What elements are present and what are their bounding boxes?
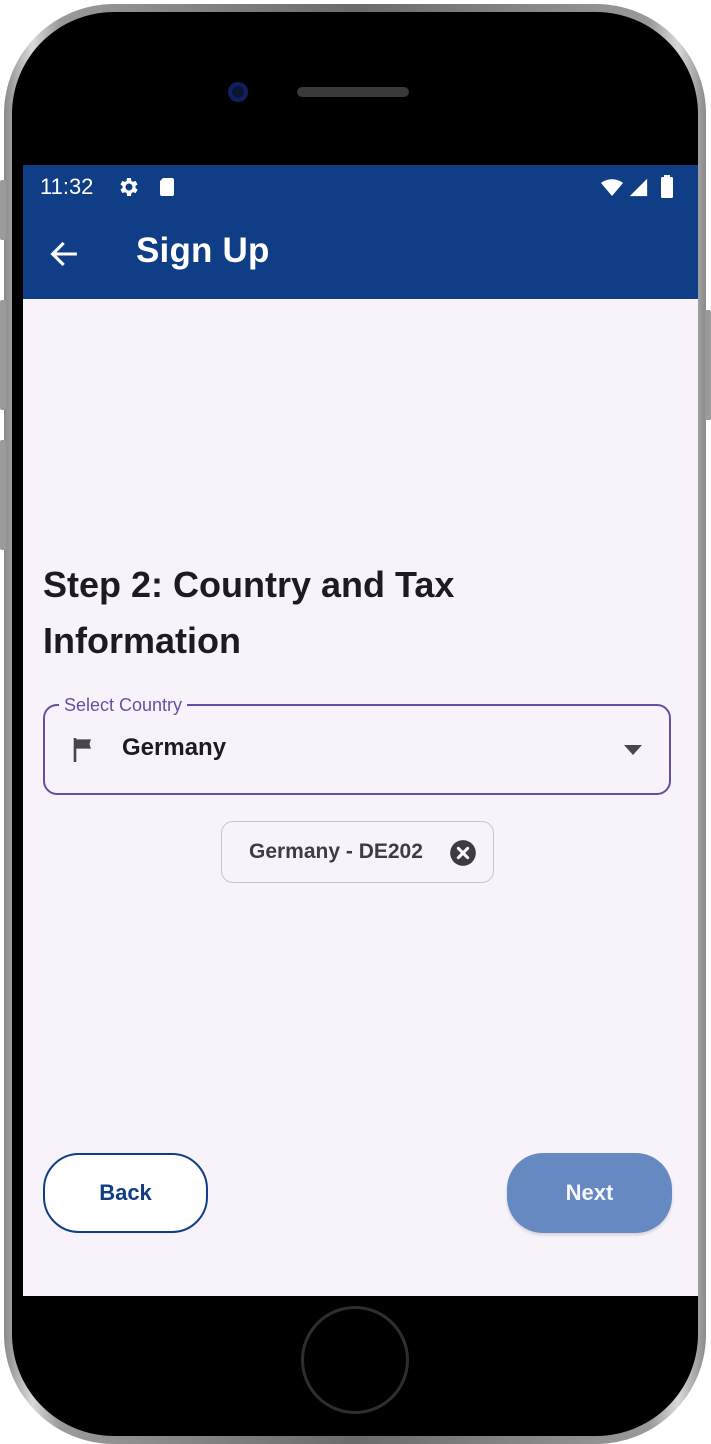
country-select-label: Select Country <box>59 694 188 716</box>
settings-icon <box>120 178 138 196</box>
status-time: 11:32 <box>40 174 94 199</box>
country-select[interactable]: Select Country Germany <box>43 694 671 795</box>
phone-side-button <box>0 440 6 550</box>
battery-icon <box>661 175 673 198</box>
status-bar: 11:32 <box>23 165 698 209</box>
arrow-back-icon[interactable] <box>47 237 81 271</box>
back-button[interactable]: Back <box>43 1153 208 1233</box>
app-bar: Sign Up <box>23 209 698 299</box>
app-screen: 11:32 Sign Up Step 2: Country and Tax In… <box>23 165 698 1296</box>
page-title: Sign Up <box>136 231 270 270</box>
tax-id-chip[interactable]: Germany - DE202 <box>221 821 494 883</box>
country-select-value: Germany <box>122 734 227 761</box>
phone-side-button <box>0 300 6 410</box>
earpiece-speaker <box>297 87 409 97</box>
home-button[interactable] <box>301 1306 409 1414</box>
front-camera <box>228 82 248 102</box>
dropdown-arrow-icon[interactable] <box>623 744 643 756</box>
signal-icon <box>629 178 648 197</box>
step-title: Step 2: Country and Tax Information <box>43 564 455 661</box>
next-button[interactable]: Next <box>507 1153 672 1233</box>
phone-side-button <box>705 310 711 420</box>
cancel-icon[interactable] <box>449 839 477 867</box>
sd-card-icon <box>160 178 174 196</box>
wifi-icon <box>601 179 623 196</box>
chip-label: Germany - DE202 <box>249 840 423 863</box>
flag-icon <box>73 738 91 762</box>
phone-side-button <box>0 180 6 240</box>
